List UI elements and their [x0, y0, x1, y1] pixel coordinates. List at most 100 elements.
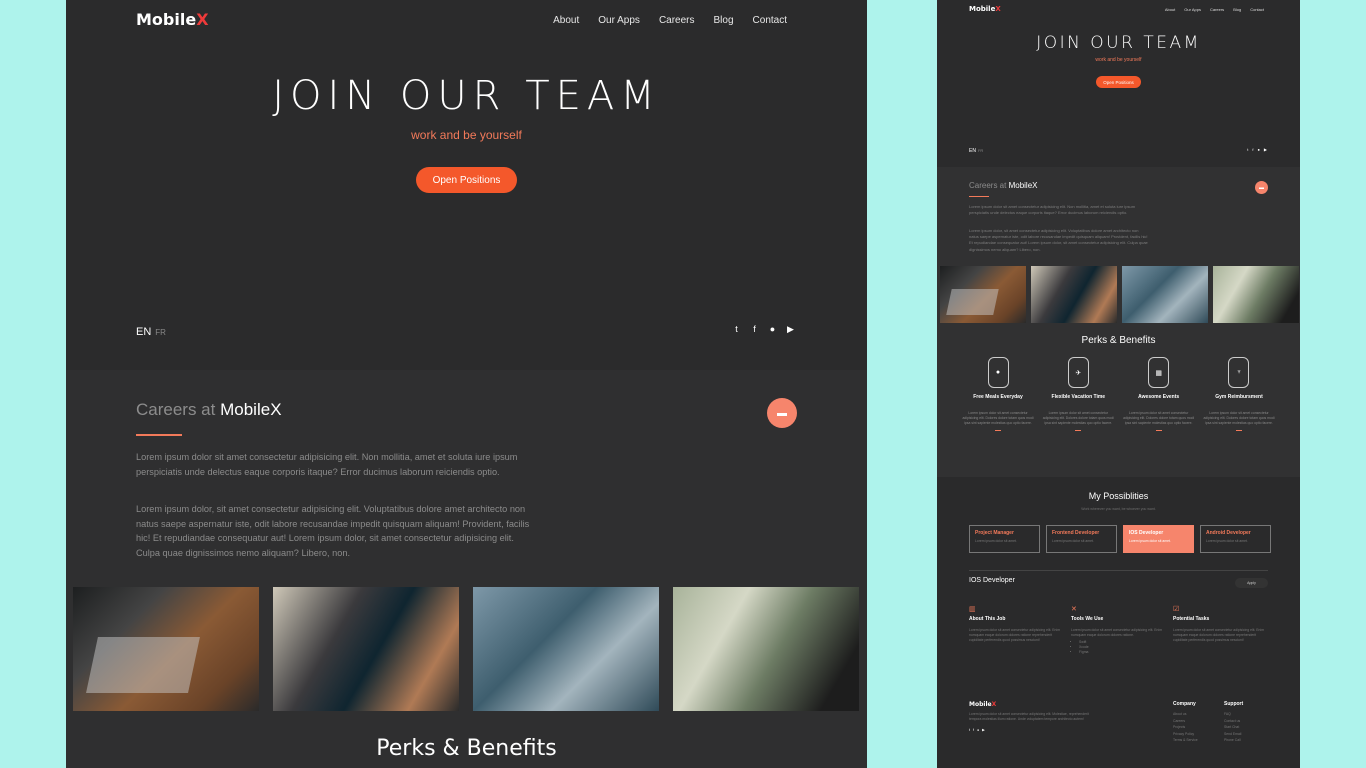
play-store-icon[interactable]: ▶ [786, 324, 795, 335]
apple-icon: ● [987, 357, 1009, 388]
open-positions-button[interactable]: Open Positions [416, 167, 517, 193]
nav-our-apps[interactable]: Our Apps [598, 15, 640, 26]
nav-blog[interactable]: Blog [714, 15, 734, 26]
language-switcher: EN FR [136, 326, 166, 338]
twitter-icon[interactable]: t [1247, 147, 1248, 152]
careers-paragraph-2: Lorem ipsum dolor, sit amet consectetur … [136, 504, 530, 558]
footer-link[interactable]: Terms & Service [1173, 737, 1198, 744]
facebook-icon[interactable]: f [973, 728, 974, 732]
photo-strip [73, 587, 859, 711]
job-column: ▥ About This Job Lorem ipsum dolor sit a… [969, 605, 1063, 655]
footer-company: Company About us Careers Projects Privac… [1173, 701, 1198, 744]
divider [969, 570, 1268, 571]
apply-button[interactable]: Apply [1235, 578, 1268, 588]
logo-accent: X [995, 5, 1001, 13]
checklist-icon: ☑ [1173, 606, 1180, 613]
perk-desc: Lorem ipsum dolor sit amet consectetur a… [1123, 411, 1195, 425]
role-tabs: Project Manager Lorem ipsum dolor sit am… [969, 525, 1271, 553]
job-title: IOS Developer [969, 577, 1015, 584]
small-preview: MobileX About Our Apps Careers Blog Cont… [937, 0, 1300, 768]
footer-link[interactable]: Phone Call [1224, 737, 1243, 744]
calendar-icon: ▦ [1148, 357, 1170, 388]
twitter-icon[interactable]: t [732, 324, 741, 335]
footer-support: Support FAQ Contact us Start Chat Send E… [1224, 701, 1243, 744]
perks-title: Perks & Benefits [1081, 335, 1156, 346]
apple-icon[interactable]: ● [1258, 147, 1260, 152]
logo-accent: X [196, 10, 209, 29]
language-switcher: EN FR [969, 148, 983, 154]
role-title: Project Manager [975, 530, 1014, 536]
role-frontend-developer[interactable]: Frontend Developer Lorem ipsum dolor sit… [1046, 525, 1117, 553]
nav-about[interactable]: About [1165, 7, 1175, 12]
possibilities-title: My Possiblities [1088, 491, 1149, 501]
perk-desc: Lorem ipsum dolor sit amet consectetur a… [1203, 411, 1275, 425]
lang-en[interactable]: EN [969, 148, 976, 154]
vacation-icon: ✈ [1067, 357, 1089, 388]
play-store-icon[interactable]: ▶ [1264, 147, 1267, 152]
perks-list: ● Free Meals Everyday Lorem ipsum dolor … [961, 357, 1276, 431]
footer-links: FAQ Contact us Start Chat Send Email Pho… [1224, 711, 1243, 744]
lang-fr[interactable]: FR [155, 328, 166, 337]
role-desc: Lorem ipsum dolor sit amet. [1129, 539, 1171, 543]
job-column-title: Potential Tasks [1173, 616, 1210, 622]
perk-item: ✈ Flexible Vacation Time Lorem ipsum dol… [1041, 357, 1115, 431]
role-android-developer[interactable]: Android Developer Lorem ipsum dolor sit … [1200, 525, 1271, 553]
laptop-coffee-photo [73, 587, 259, 711]
nav-blog[interactable]: Blog [1233, 7, 1241, 12]
lang-fr[interactable]: FR [978, 148, 983, 153]
main-nav-small: About Our Apps Careers Blog Contact [1165, 7, 1264, 12]
man-phone-photo [1213, 266, 1299, 323]
phone-laptop-photo [1031, 266, 1117, 323]
role-desc: Lorem ipsum dolor sit amet. [975, 539, 1017, 543]
job-column-title: About This Job [969, 616, 1006, 622]
apple-icon[interactable]: ● [977, 728, 979, 732]
open-positions-button[interactable]: Open Positions [1096, 76, 1141, 88]
chat-icon[interactable]: ▬ [767, 398, 797, 428]
typing-laptop-photo [1122, 266, 1208, 323]
hero-section-small: MobileX About Our Apps Careers Blog Cont… [937, 0, 1300, 167]
job-column-desc: Lorem ipsum dolor sit amet consectetur a… [969, 628, 1061, 642]
role-project-manager[interactable]: Project Manager Lorem ipsum dolor sit am… [969, 525, 1040, 553]
logo-text: Mobile [136, 10, 197, 29]
logo-text: Mobile [969, 701, 992, 708]
role-desc: Lorem ipsum dolor sit amet. [1052, 539, 1094, 543]
heading-underline [969, 196, 989, 197]
tools-icon: ✕ [1071, 606, 1077, 613]
play-store-icon[interactable]: ▶ [982, 728, 985, 732]
twitter-icon[interactable]: t [969, 728, 970, 732]
hero-section: MobileX About Our Apps Careers Blog Cont… [66, 0, 867, 370]
facebook-icon[interactable]: f [750, 324, 759, 335]
facebook-icon[interactable]: f [1252, 147, 1253, 152]
hero-subtitle: work and be yourself [1095, 57, 1142, 63]
list-item: Figma [1079, 650, 1165, 655]
footer-support-title: Support [1224, 701, 1244, 707]
chat-icon[interactable]: ▬ [1255, 181, 1268, 194]
lang-en[interactable]: EN [136, 326, 151, 338]
careers-heading-prefix: Careers at [136, 400, 216, 419]
nav-our-apps[interactable]: Our Apps [1184, 7, 1201, 12]
man-phone-photo [673, 587, 859, 711]
logo[interactable]: MobileX [136, 10, 209, 29]
photo-strip [940, 266, 1299, 323]
nav-careers[interactable]: Careers [659, 15, 695, 26]
role-desc: Lorem ipsum dolor sit amet. [1206, 539, 1248, 543]
logo-small[interactable]: MobileX [969, 5, 1001, 13]
briefcase-icon: ▥ [969, 606, 976, 613]
laptop-coffee-photo [940, 266, 1026, 323]
perks-title: Perks & Benefits [376, 736, 557, 761]
role-ios-developer[interactable]: IOS Developer Lorem ipsum dolor sit amet… [1123, 525, 1194, 553]
social-links: t f ● ▶ [732, 324, 795, 335]
footer-desc: Lorem ipsum dolor sit amet consectetur a… [969, 712, 1089, 721]
nav-contact[interactable]: Contact [753, 15, 787, 26]
careers-paragraph-1: Lorem ipsum dolor sit amet consectetur a… [969, 204, 1136, 216]
social-links: t f ● ▶ [1247, 147, 1267, 152]
apple-icon[interactable]: ● [768, 324, 777, 335]
nav-careers[interactable]: Careers [1210, 7, 1224, 12]
nav-about[interactable]: About [553, 15, 579, 26]
footer-company-title: Company [1173, 701, 1196, 707]
nav-contact[interactable]: Contact [1250, 7, 1264, 12]
hero-title: JOIN OUR TEAM [272, 73, 661, 119]
large-preview: MobileX About Our Apps Careers Blog Cont… [66, 0, 867, 768]
typing-laptop-photo [473, 587, 659, 711]
careers-heading: Careers at MobileX [136, 400, 282, 420]
